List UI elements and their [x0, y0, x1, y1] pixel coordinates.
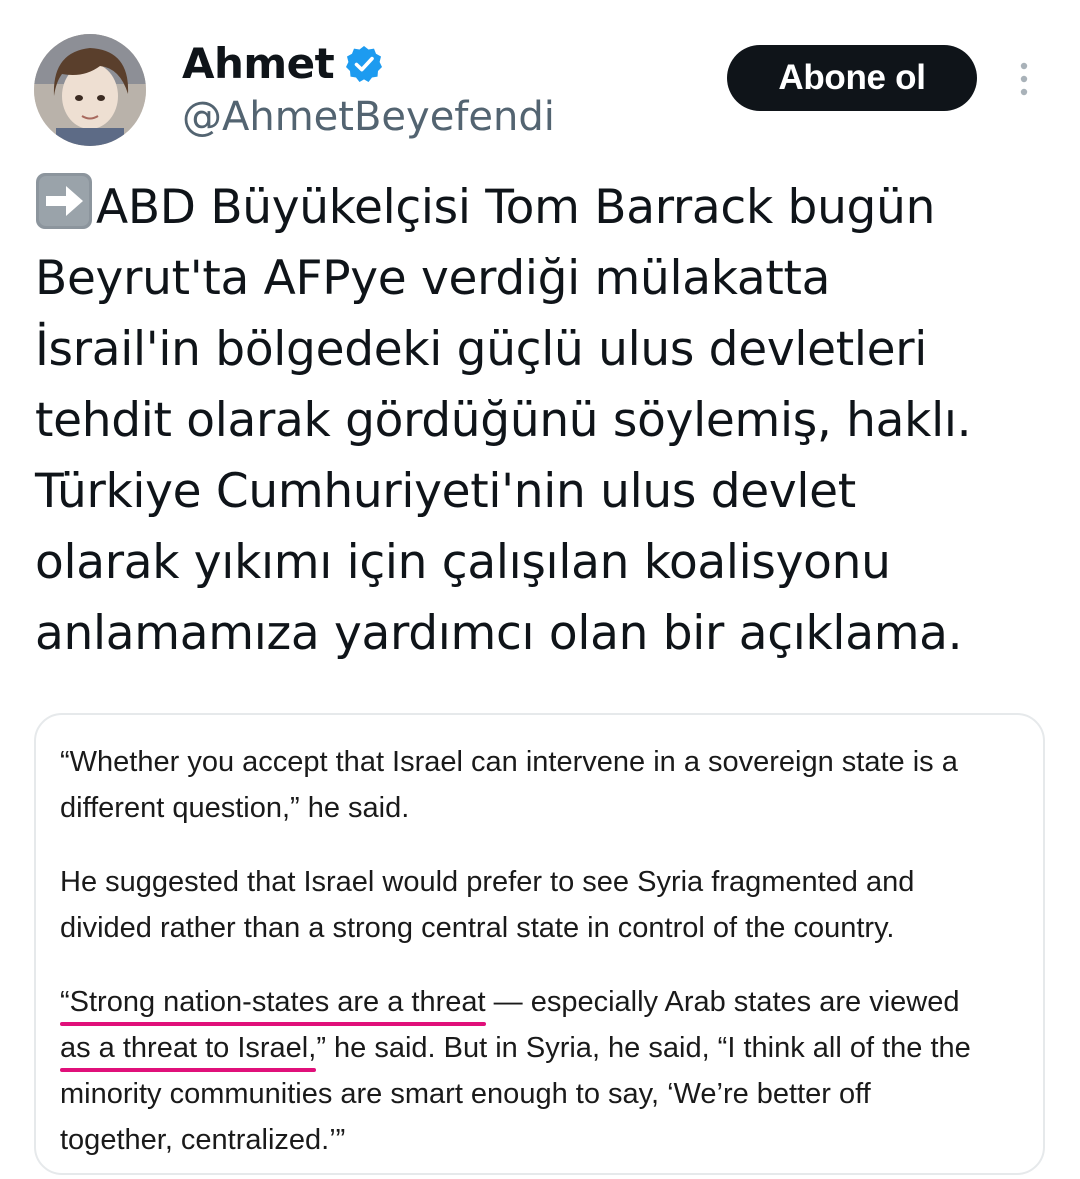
display-name[interactable]: Ahmet — [182, 38, 335, 90]
tweet-line: anlamamıza yardımcı olan bir açıklama. — [35, 606, 963, 661]
excerpt-line: divided rather than a strong central sta… — [60, 912, 895, 944]
excerpt-line: “Strong nation-states are a threat — esp… — [60, 979, 1030, 1026]
tweet-line: olarak yıkımı için çalışılan koalisyonu — [35, 535, 891, 590]
highlighted-phrase: “Strong nation-states are a threat — [60, 979, 486, 1026]
attached-image-card[interactable]: “Whether you accept that Israel can inte… — [34, 713, 1045, 1175]
tweet-line: ABD Büyükelçisi Tom Barrack bugün — [35, 172, 1045, 243]
excerpt-line: He suggested that Israel would prefer to… — [60, 866, 915, 898]
more-options-icon[interactable] — [1012, 59, 1036, 99]
highlighted-text: “Strong nation-states are a threat — [60, 986, 486, 1018]
tweet-line: tehdit olarak gördüğünü söylemiş, haklı. — [35, 393, 972, 448]
tweet-line: Türkiye Cumhuriyeti'nin ulus devlet — [35, 464, 856, 519]
avatar-image — [34, 34, 146, 146]
right-arrow-emoji-icon — [36, 173, 92, 229]
highlighted-phrase: as a threat to Israel, — [60, 1025, 317, 1072]
name-row: Ahmet — [182, 38, 384, 90]
tweet-line: Beyrut'ta AFPye verdiği mülakatta — [35, 251, 831, 306]
tweet-line-text: ABD Büyükelçisi Tom Barrack bugün — [96, 180, 936, 235]
tweet-line: İsrail'in bölgedeki güçlü ulus devletler… — [35, 322, 927, 377]
tweet-text: ABD Büyükelçisi Tom Barrack bugün Beyrut… — [35, 172, 1045, 669]
article-excerpt: “Whether you accept that Israel can inte… — [60, 739, 1030, 1163]
excerpt-line: together, centralized.’” — [60, 1124, 346, 1156]
follow-button[interactable]: Abone ol — [727, 45, 977, 111]
tweet-header: Ahmet @AhmetBeyefendi Abone ol — [34, 34, 1046, 149]
highlight-underline — [60, 1068, 317, 1072]
excerpt-text: — especially Arab states are viewed — [485, 986, 960, 1018]
excerpt-line: different question,” he said. — [60, 792, 410, 824]
excerpt-text: ” he said. But in Syria, he said, “I thi… — [316, 1032, 971, 1064]
highlighted-text: as a threat to Israel, — [60, 1032, 317, 1064]
excerpt-line: minority communities are smart enough to… — [60, 1078, 871, 1110]
excerpt-line: “Whether you accept that Israel can inte… — [60, 746, 958, 778]
verified-badge-icon — [346, 46, 383, 82]
avatar[interactable] — [34, 34, 146, 146]
user-handle[interactable]: @AhmetBeyefendi — [182, 92, 555, 142]
excerpt-line: as a threat to Israel,” he said. But in … — [60, 1025, 1030, 1072]
